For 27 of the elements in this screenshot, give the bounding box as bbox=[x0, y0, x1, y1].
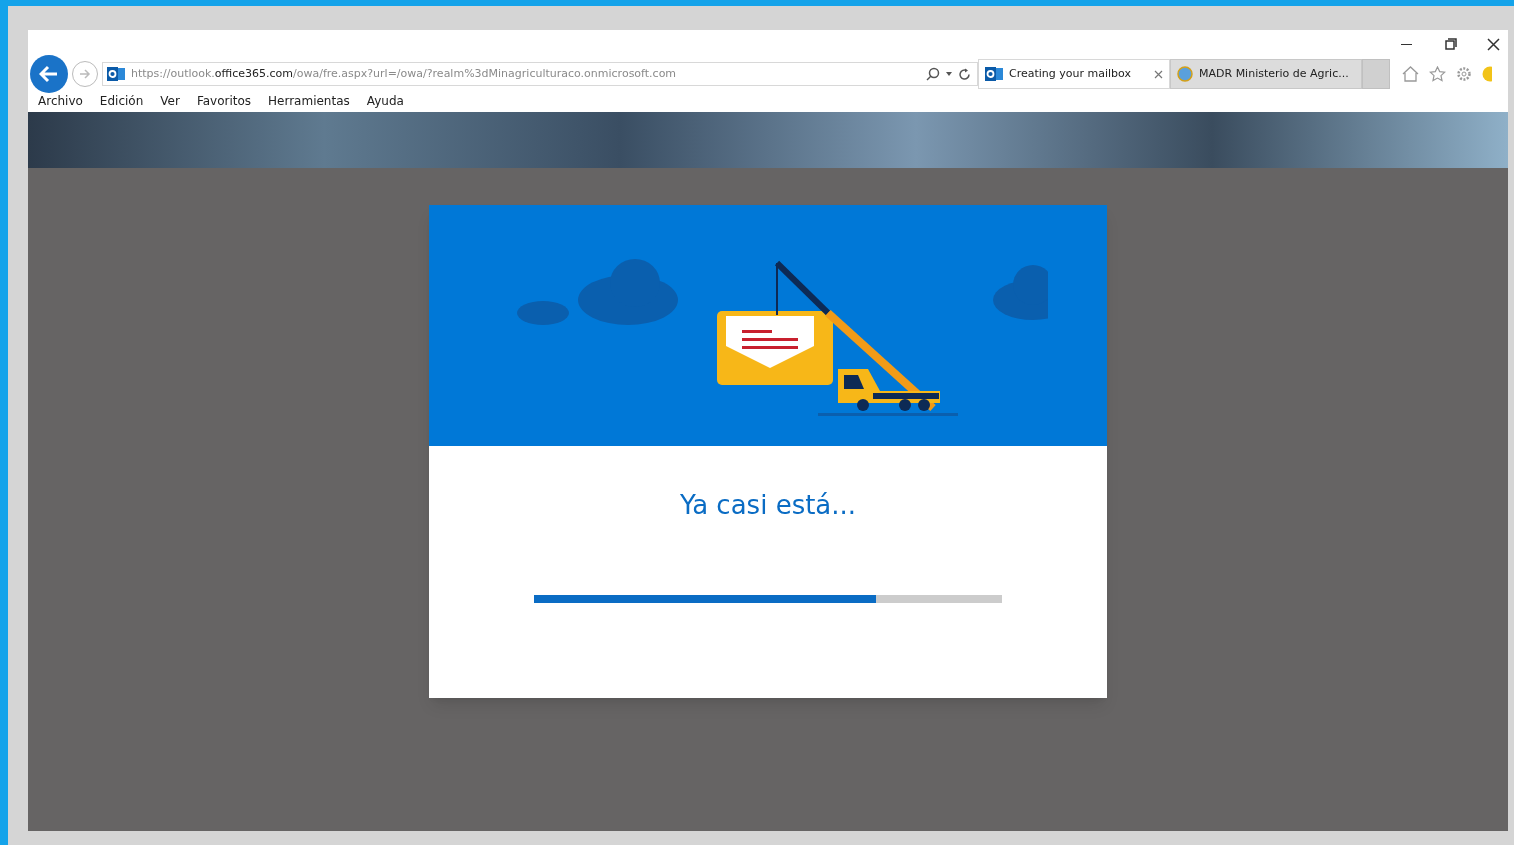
url-text: https://outlook.office365.com/owa/fre.aspx?url=/owa/?realm%3dMinagriculturaco.onmicrosoft.com bbox=[131, 65, 677, 82]
close-icon[interactable] bbox=[1487, 37, 1500, 51]
outlook-icon bbox=[107, 66, 125, 82]
tab-title: MADR Ministerio de Agric... bbox=[1199, 65, 1350, 82]
menu-item[interactable]: Herramientas bbox=[268, 92, 350, 110]
restore-icon[interactable] bbox=[1445, 38, 1457, 50]
back-button[interactable] bbox=[30, 55, 68, 93]
address-bar[interactable]: https://outlook.office365.com/owa/fre.aspx?url=/owa/?realm%3dMinagriculturaco.onmicrosoft.com bbox=[102, 62, 978, 86]
tab-title: Creating your mailbox bbox=[1009, 65, 1132, 82]
refresh-icon[interactable] bbox=[958, 67, 971, 81]
dropdown-icon[interactable] bbox=[946, 72, 952, 76]
browser-tab[interactable]: MADR Ministerio de Agric... bbox=[1170, 59, 1362, 89]
star-icon[interactable] bbox=[1429, 66, 1446, 82]
browser-tab[interactable]: Creating your mailbox bbox=[978, 59, 1170, 89]
outlook-icon bbox=[985, 66, 1003, 82]
menu-item[interactable]: Archivo bbox=[38, 92, 83, 110]
search-icon[interactable] bbox=[926, 67, 940, 81]
menu-item[interactable]: Edición bbox=[99, 92, 144, 110]
menu-item[interactable]: Ayuda bbox=[366, 92, 404, 110]
menu-item[interactable]: Favoritos bbox=[196, 92, 252, 110]
settings-icon[interactable] bbox=[1456, 66, 1472, 82]
home-icon[interactable] bbox=[1402, 66, 1419, 82]
globe-icon bbox=[1177, 66, 1193, 82]
menu-item[interactable]: Ver bbox=[160, 92, 180, 110]
dialog-title: Ya casi está... bbox=[679, 489, 857, 522]
arrow-left-icon bbox=[39, 65, 59, 83]
arrow-right-icon bbox=[79, 69, 91, 79]
